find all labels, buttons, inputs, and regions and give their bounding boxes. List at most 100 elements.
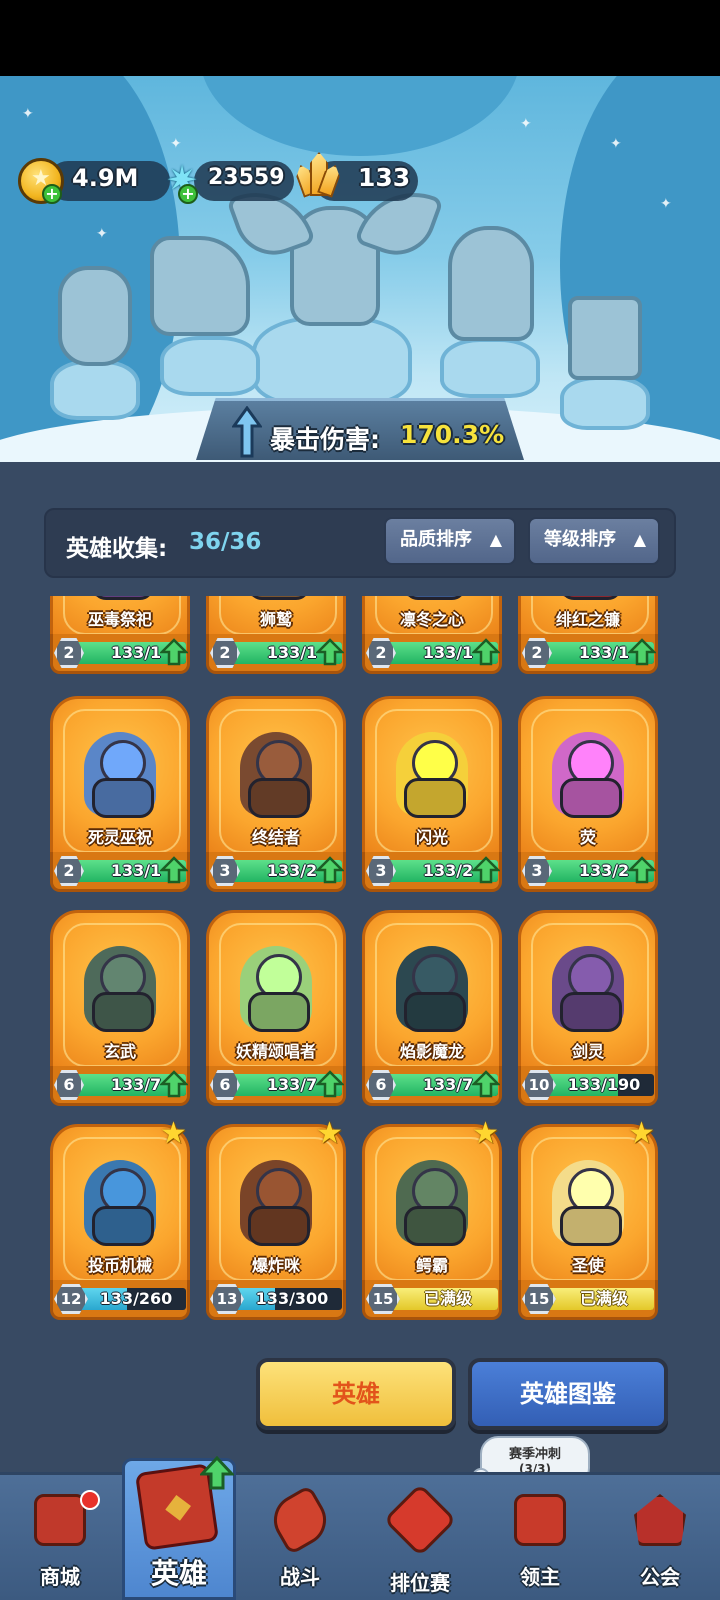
upgrade-arrow-icon <box>628 638 656 666</box>
hero-card[interactable]: 闪光 133/2 3 <box>362 696 502 896</box>
hero-card[interactable]: 剑灵 133/190 10 <box>518 910 658 1110</box>
upgrade-arrow-icon <box>472 638 500 666</box>
center-pedestal <box>252 316 412 406</box>
snowflake: ✦ <box>520 116 532 132</box>
nav-guild[interactable]: 公会 <box>600 1480 720 1600</box>
hero-name: 鳄霸 <box>415 1256 448 1275</box>
hero-card[interactable]: 终结者 133/2 3 <box>206 696 346 896</box>
hero-portrait <box>84 1160 156 1244</box>
statue-1 <box>58 266 132 366</box>
pedestal-1 <box>50 360 140 420</box>
hero-card[interactable]: 凛冬之心 133/1 2 <box>362 596 502 678</box>
nav-battle[interactable]: 战斗 <box>240 1480 360 1600</box>
hero-name: 巫毒祭祀 <box>87 610 152 629</box>
cave-ceiling <box>200 76 520 156</box>
hero-card[interactable]: 爆炸咪 133/300 13 ★ <box>206 1116 346 1324</box>
add-gold-icon[interactable]: + <box>42 184 62 204</box>
upgrade-arrow-icon <box>628 856 656 884</box>
sort-by-level-label: 等级排序 <box>544 529 616 550</box>
statue-2 <box>150 236 250 336</box>
pedestal-2 <box>160 336 260 396</box>
hero-name: 焰影魔龙 <box>399 1042 464 1061</box>
star-icon: ★ <box>628 1116 655 1151</box>
hero-name: 投币机械 <box>87 1256 152 1275</box>
hero-name: 妖精颂唱者 <box>235 1042 316 1061</box>
hero-portrait <box>396 732 468 816</box>
star-icon: ★ <box>160 1116 187 1151</box>
hero-name: 终结者 <box>251 828 300 847</box>
hero-card[interactable]: 焰影魔龙 133/7 6 <box>362 910 502 1110</box>
hero-portrait <box>552 1160 624 1244</box>
hero-portrait <box>396 1160 468 1244</box>
nav-lord[interactable]: 领主 <box>480 1480 600 1600</box>
collection-count: 36/36 <box>189 529 262 555</box>
upgrade-arrow-icon <box>160 638 188 666</box>
sort-by-quality-button[interactable]: 品质排序 ▲ <box>384 517 516 565</box>
hero-codex-button[interactable]: 英雄图鉴 <box>468 1358 668 1430</box>
sort-ascending-icon: ▲ <box>489 530 502 549</box>
hero-grid[interactable]: 巫毒祭祀 133/1 2 狮鹫 133/1 2 凛冬之心 133/1 2 绯红之镰 133/1 2 死灵… <box>44 596 676 1340</box>
hero-name: 狮鹫 <box>259 610 292 629</box>
hero-portrait <box>84 732 156 816</box>
statue-4 <box>568 296 642 380</box>
season-sprint-title: 赛季冲刺 <box>508 1447 561 1462</box>
hero-card[interactable]: 圣使 已满级 15 ★ <box>518 1116 658 1324</box>
hero-card[interactable]: 绯红之镰 133/1 2 <box>518 596 658 678</box>
gold-amount: 4.9M <box>72 164 139 192</box>
hero-card[interactable]: 荧 133/2 3 <box>518 696 658 896</box>
pedestal-4 <box>560 376 650 430</box>
hero-card[interactable]: 死灵巫祝 133/1 2 <box>50 696 190 896</box>
hero-portrait <box>240 1160 312 1244</box>
upgrade-arrow-icon <box>472 1070 500 1098</box>
snowflake: ✦ <box>660 196 672 212</box>
lord-banner-icon <box>514 1494 566 1546</box>
snowflake: ✦ <box>170 136 182 152</box>
crystal-amount: 133 <box>358 163 411 192</box>
hero-card[interactable]: 狮鹫 133/1 2 <box>206 596 346 678</box>
star-icon: ★ <box>472 1116 499 1151</box>
nav-ranked-label: 排位赛 <box>390 1571 450 1595</box>
hero-name: 爆炸咪 <box>251 1256 300 1275</box>
currency-bar: ★ + 4.9M ✷ + 23559 133 <box>18 152 428 204</box>
hero-name: 闪光 <box>415 828 448 847</box>
nav-ranked[interactable]: 排位赛 <box>360 1480 480 1600</box>
nav-heroes-label: 英雄 <box>150 1557 207 1590</box>
hero-card[interactable]: 巫毒祭祀 133/1 2 <box>50 596 190 678</box>
gem-amount: 23559 <box>208 165 285 190</box>
hero-portrait <box>552 732 624 816</box>
hero-portrait <box>240 732 312 816</box>
hero-name: 玄武 <box>103 1042 136 1061</box>
hero-portrait <box>240 946 312 1030</box>
hero-card[interactable]: 妖精颂唱者 133/7 6 <box>206 910 346 1110</box>
upgrade-arrow-icon <box>316 638 344 666</box>
hero-shard-count: 已满级 <box>423 1289 472 1308</box>
hero-card[interactable]: 投币机械 133/260 12 ★ <box>50 1116 190 1324</box>
add-gems-icon[interactable]: + <box>178 184 198 204</box>
sort-by-quality-label: 品质排序 <box>400 529 472 550</box>
guild-hall-icon <box>634 1494 686 1546</box>
nav-guild-label: 公会 <box>640 1565 680 1589</box>
star-icon: ★ <box>316 1116 343 1151</box>
status-bar <box>0 0 720 76</box>
hero-card[interactable]: 玄武 133/7 6 <box>50 910 190 1110</box>
nav-shop-label: 商城 <box>40 1565 80 1589</box>
collection-label: 英雄收集: <box>66 536 168 562</box>
hero-portrait <box>396 946 468 1030</box>
ranked-knot-icon <box>383 1483 457 1557</box>
hero-shard-count: 已满级 <box>579 1289 628 1308</box>
hero-name: 绯红之镰 <box>555 610 620 629</box>
hero-name: 荧 <box>579 828 596 847</box>
nav-shop[interactable]: 商城 <box>0 1480 120 1600</box>
notification-dot <box>80 1490 100 1510</box>
nav-lord-label: 领主 <box>520 1565 560 1589</box>
hero-name: 圣使 <box>571 1256 604 1275</box>
hero-portrait <box>552 946 624 1030</box>
snowflake: ✦ <box>22 106 34 122</box>
hero-name: 死灵巫祝 <box>87 828 152 847</box>
hero-card[interactable]: 鳄霸 已满级 15 ★ <box>362 1116 502 1324</box>
battle-icon <box>264 1484 336 1556</box>
heroes-button[interactable]: 英雄 <box>256 1358 456 1430</box>
up-arrow-icon <box>232 406 262 458</box>
snowflake: ✦ <box>96 226 108 242</box>
sort-by-level-button[interactable]: 等级排序 ▲ <box>528 517 660 565</box>
